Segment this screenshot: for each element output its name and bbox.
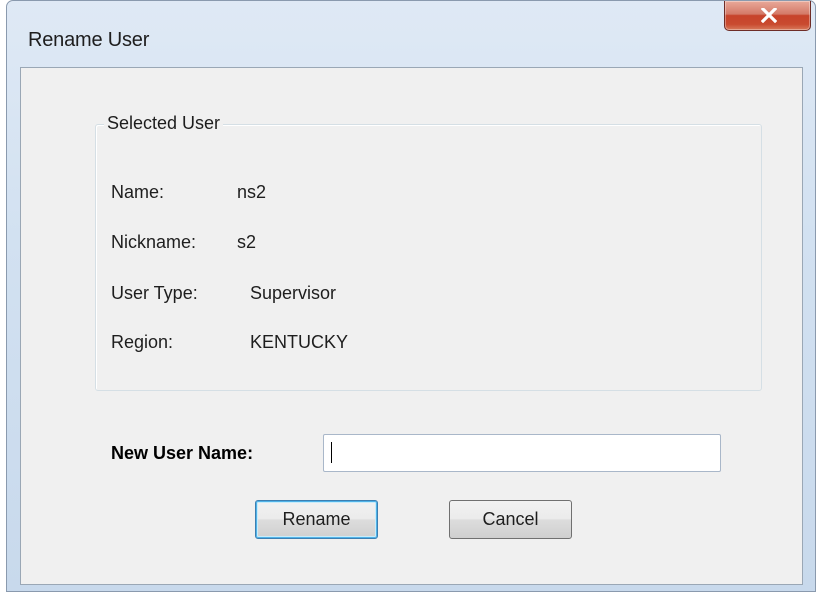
rename-user-dialog: Rename User Selected User Name: ns2 Nick… [6,0,816,592]
name-label: Name: [111,182,165,202]
user-type-label: User Type: [111,283,198,303]
close-icon [761,8,777,23]
selected-user-groupbox: Selected User [95,113,762,391]
text-caret [331,442,332,463]
dialog-body: Selected User Name: ns2 Nickname: s2 Use… [20,67,803,585]
nickname-value: s2 [237,232,257,252]
nickname-label: Nickname: [111,232,197,252]
new-user-name-label: New User Name: [111,443,254,463]
close-button[interactable] [724,1,811,31]
region-value: KENTUCKY [250,332,349,352]
dialog-title: Rename User [28,29,150,51]
name-value: ns2 [237,182,267,202]
selected-user-legend: Selected User [104,113,224,134]
new-user-name-input[interactable] [323,434,721,472]
region-label: Region: [111,332,174,352]
cancel-button[interactable]: Cancel [449,500,572,539]
rename-button[interactable]: Rename [255,500,378,539]
user-type-value: Supervisor [250,283,337,303]
